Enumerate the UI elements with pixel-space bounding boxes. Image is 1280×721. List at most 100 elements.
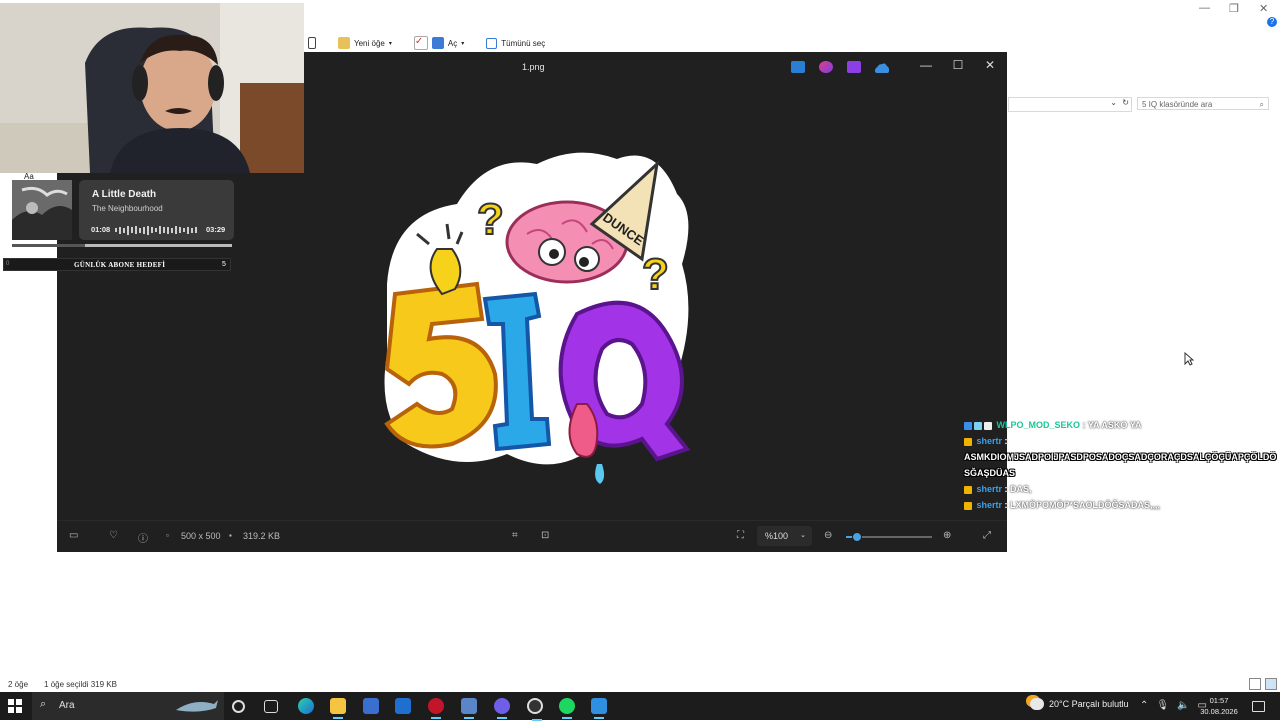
close-icon[interactable]: ✕ <box>981 58 999 72</box>
discord-icon[interactable] <box>494 698 510 719</box>
chat-username: WLPO_MOD_SEKO <box>996 420 1081 430</box>
address-bar[interactable]: ⌄ ↻ <box>1008 97 1132 112</box>
opera-gx-icon[interactable] <box>428 698 444 719</box>
windows-start-icon[interactable] <box>8 699 22 713</box>
waveform-bar <box>159 226 161 234</box>
check-icon: ✓ <box>413 36 428 50</box>
info-icon[interactable]: ⓘ <box>138 530 148 545</box>
ribbon-cut-button[interactable] <box>308 37 316 49</box>
clipboard-icon <box>308 37 316 49</box>
chevron-down-icon: ⌄ <box>800 532 806 539</box>
close-icon[interactable]: ✕ <box>1259 2 1268 15</box>
crop-select-icon[interactable]: ⌗ <box>512 530 518 541</box>
item-count: 2 öğe <box>8 680 29 689</box>
refresh-icon[interactable]: ↻ <box>1122 98 1129 107</box>
maximize-icon[interactable]: ❐ <box>1229 2 1239 15</box>
microphone-icon[interactable]: 🎙 <box>1156 700 1169 711</box>
details-view-icon[interactable] <box>1249 678 1261 690</box>
chat-username: shertr <box>976 500 1003 510</box>
viewer-window-controls: — ☐ ✕ <box>917 58 999 72</box>
music-info-card: A Little Death The Neighbourhood 01:08 0… <box>79 180 234 240</box>
waveform-bar <box>183 228 185 232</box>
fit-to-window-icon[interactable]: ⛶ <box>737 530 744 541</box>
verified-badge-icon <box>984 421 992 430</box>
edit-icon[interactable] <box>791 61 805 73</box>
fullscreen-icon[interactable]: ⤢ <box>983 530 991 541</box>
onedrive-icon[interactable] <box>875 63 889 73</box>
ribbon-select-all-label: Tümünü seç <box>501 38 546 48</box>
folder-search-input[interactable]: 5 IQ klasöründe ara ⌕ <box>1137 97 1269 110</box>
ribbon-new-item-button[interactable]: Yeni öğe ▾ <box>338 37 392 49</box>
clock-date: 30.08.2026 <box>1200 707 1238 716</box>
chat-message: WLPO_MOD_SEKO : YA ASKO YA <box>964 417 1280 433</box>
webcam-overlay <box>0 3 304 173</box>
question-mark-right: ? <box>642 250 669 299</box>
ribbon-new-item-label: Yeni öğe <box>354 38 385 48</box>
song-title: A Little Death <box>92 189 157 200</box>
outlook-icon[interactable] <box>395 698 411 714</box>
chat-text: SĞAŞDÜAS <box>964 468 1016 478</box>
task-view-icon[interactable] <box>264 700 278 713</box>
chat-username: shertr <box>976 436 1003 446</box>
view-switcher <box>1249 678 1277 690</box>
help-icon[interactable]: ? <box>1267 17 1277 27</box>
obs-icon[interactable] <box>527 698 543 721</box>
crown-badge-icon <box>964 501 972 510</box>
file-explorer-icon[interactable] <box>330 698 346 719</box>
clipchamp-icon[interactable] <box>847 61 861 73</box>
viewer-bottom-toolbar: ▭ ♡ ⓘ ▫ 500 x 500 ▪ 319.2 KB ⌗ ⊡ ⛶ %100 … <box>57 520 1007 553</box>
viewer-app-shortcuts <box>791 61 889 73</box>
status-bar: 2 öğe 1 öğe seçildi 319 KB <box>8 680 117 689</box>
designer-icon[interactable] <box>819 61 833 73</box>
chat-message: shertr : LXMÖPOMÖP*SAOLDÖĞSADAS,,,, <box>964 497 1280 513</box>
partly-cloudy-icon <box>1030 698 1044 710</box>
maximize-icon[interactable]: ☐ <box>949 58 967 72</box>
song-artist: The Neighbourhood <box>92 204 163 213</box>
chat-text: ASMKDIOMJSADPOIJPASDPOSADOÇSADÇORAÇDSALÇ… <box>964 452 1277 462</box>
zoom-in-icon[interactable]: ⊕ <box>943 530 951 541</box>
spotify-icon[interactable] <box>559 698 575 719</box>
large-icons-view-icon[interactable] <box>1265 678 1277 690</box>
zoom-level-value: %100 <box>765 531 789 541</box>
zoom-out-icon[interactable]: ⊖ <box>824 530 832 541</box>
new-item-icon <box>338 37 350 49</box>
waveform-bar <box>115 228 117 232</box>
microsoft-store-icon[interactable] <box>363 698 379 714</box>
search-icon: ⌕ <box>40 698 47 710</box>
notification-icon[interactable] <box>1252 701 1265 712</box>
app-icon[interactable] <box>461 698 477 719</box>
photos-icon[interactable] <box>591 698 607 719</box>
taskbar-clock[interactable]: 01:57 30.08.2026 <box>1196 695 1242 717</box>
taskbar-search-box[interactable]: ⌕ Ara <box>32 692 224 720</box>
speaker-icon[interactable]: 🔈 <box>1177 700 1189 711</box>
image-file-size: 319.2 KB <box>243 531 281 541</box>
minimize-icon[interactable]: — <box>917 58 935 72</box>
sub-badge-icon <box>974 421 982 430</box>
waveform-bar <box>179 227 181 233</box>
chat-text: : LXMÖPOMÖP*SAOLDÖĞSADAS,,,, <box>1004 500 1161 510</box>
zoom-slider-thumb[interactable] <box>852 532 863 542</box>
favorite-heart-icon[interactable]: ♡ <box>109 530 118 541</box>
filmstrip-icon[interactable]: ▭ <box>69 530 78 541</box>
minimize-icon[interactable]: — <box>1199 2 1210 14</box>
ribbon-open-button[interactable]: ✓ Aç ▾ <box>413 36 464 50</box>
ocr-scan-icon[interactable]: ⊡ <box>541 530 549 541</box>
ribbon-select-all-button[interactable]: Tümünü seç <box>486 37 546 49</box>
waveform-bar <box>123 227 125 233</box>
chevron-up-icon[interactable]: ⌃ <box>1140 700 1148 711</box>
selection-info: 1 öğe seçildi 319 KB <box>44 680 117 689</box>
waveform-bar <box>175 226 177 234</box>
zoom-level-dropdown[interactable]: %100 ⌄ <box>757 526 812 546</box>
edge-icon[interactable] <box>298 698 314 714</box>
file-size-icon: ▪ <box>229 531 232 540</box>
viewer-file-title: 1.png <box>522 62 545 72</box>
waveform-bar <box>151 227 153 233</box>
chat-message: shertr : DAS, <box>964 481 1280 497</box>
chevron-down-icon[interactable]: ⌄ <box>1110 98 1117 107</box>
cortana-icon[interactable] <box>232 700 245 713</box>
song-total-time: 03:29 <box>206 225 226 234</box>
weather-widget[interactable]: 20°C Parçalı bulutlu <box>1030 698 1129 710</box>
now-playing-widget: A Little Death The Neighbourhood 01:08 0… <box>8 176 234 247</box>
stream-chat-overlay: WLPO_MOD_SEKO : YA ASKO YA shertr : ASMK… <box>964 417 1280 513</box>
zoom-slider[interactable] <box>846 532 932 542</box>
